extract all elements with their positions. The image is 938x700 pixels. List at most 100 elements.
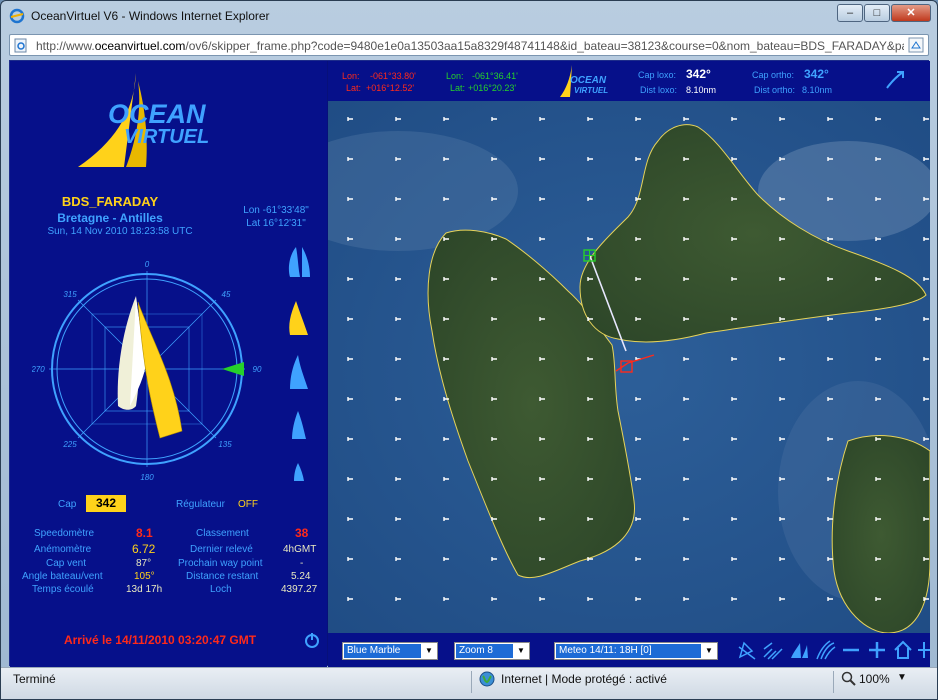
ranking-label: Classement xyxy=(196,528,249,539)
logo-virtuel-text: VIRTUEL xyxy=(124,126,209,148)
target-lon-label: Lon: xyxy=(446,71,464,81)
url-host: oceanvirtuel.com xyxy=(94,39,186,53)
chevron-down-icon: ▼ xyxy=(513,643,529,659)
maximize-button[interactable]: □ xyxy=(864,4,890,22)
ranking-value: 38 xyxy=(295,526,309,540)
speedometer-label: Speedomètre xyxy=(34,528,95,539)
zoom-level[interactable]: 100% xyxy=(859,672,890,686)
skipper-panel: OCEAN VIRTUEL BDS_FARADAY Bretagne - Ant… xyxy=(10,61,327,667)
compass-label-45: 45 xyxy=(222,290,231,299)
boat-map-tool-icon[interactable] xyxy=(736,639,758,661)
fleet-tool-icon[interactable] xyxy=(788,639,810,661)
sail-option-jib[interactable] xyxy=(292,411,306,439)
globe-icon xyxy=(479,671,495,687)
zoom-select[interactable]: Zoom 8 ▼ xyxy=(454,642,530,660)
route-tool-icon[interactable] xyxy=(884,69,906,91)
cap-loxo-label: Cap loxo: xyxy=(638,70,677,80)
target-lon-value: -061°36.41' xyxy=(472,71,518,81)
race-route: Bretagne - Antilles xyxy=(57,211,163,225)
boat-name: BDS_FARADAY xyxy=(61,194,159,209)
window-title: OceanVirtuel V6 - Windows Internet Explo… xyxy=(31,9,270,23)
tracks-tool-icon[interactable] xyxy=(814,639,836,661)
url-path: /ov6/skipper_frame.php?code=9480e1e0a135… xyxy=(185,39,904,53)
chevron-down-icon: ▼ xyxy=(701,643,717,659)
minus-icon[interactable] xyxy=(840,639,862,661)
map-layer-select[interactable]: Blue Marble ▼ xyxy=(342,642,438,660)
boat-lon: Lon -61°33'48" xyxy=(243,205,309,216)
sail-option-spi[interactable] xyxy=(288,247,310,277)
center-icon[interactable] xyxy=(918,639,930,661)
minimize-button[interactable]: – xyxy=(837,4,863,22)
cap-ortho-value: 342° xyxy=(804,67,829,81)
map-layer-value: Blue Marble xyxy=(344,644,421,658)
regulator-label: Régulateur xyxy=(176,499,225,510)
status-divider xyxy=(471,671,472,693)
log-value: 4397.27 xyxy=(281,584,318,595)
wind-tool-icon[interactable] xyxy=(762,639,784,661)
map-toolbar: Blue Marble ▼ Zoom 8 ▼ Meteo 14/11: 18H … xyxy=(328,633,930,667)
sail-option-storm[interactable] xyxy=(294,463,304,481)
dist-loxo-label: Dist loxo: xyxy=(640,85,678,95)
page-icon xyxy=(14,38,27,53)
elapsed-time-label: Temps écoulé xyxy=(32,584,94,595)
browser-window: OceanVirtuel V6 - Windows Internet Explo… xyxy=(0,0,938,700)
status-text: Terminé xyxy=(13,672,56,686)
wind-heading-label: Cap vent xyxy=(46,558,87,569)
boat-wind-angle-label: Angle bateau/vent xyxy=(22,571,103,582)
boat-wind-angle-value: 105° xyxy=(134,571,155,582)
dist-loxo-value: 8.10nm xyxy=(686,85,717,95)
compass-label-270: 270 xyxy=(32,365,45,374)
ie-icon xyxy=(9,8,25,24)
target-lat-value: +016°20.23' xyxy=(468,83,517,93)
home-icon[interactable] xyxy=(892,639,914,661)
compass-label-315: 315 xyxy=(63,290,77,299)
logo-ocean-text: OCEAN xyxy=(108,99,206,129)
cursor-lat-value: +016°12.52' xyxy=(366,83,415,93)
boat-lat: Lat 16°12'31" xyxy=(246,218,306,229)
wind-heading-value: 87° xyxy=(136,558,152,569)
meteo-select[interactable]: Meteo 14/11: 18H [0] ▼ xyxy=(554,642,718,660)
anemometer-label: Anémomètre xyxy=(34,544,92,555)
chevron-down-icon[interactable]: ▼ xyxy=(897,672,907,683)
cap-loxo-value: 342° xyxy=(686,67,711,81)
zoom-in-icon[interactable] xyxy=(866,639,888,661)
power-icon[interactable] xyxy=(303,631,321,649)
speedometer-value: 8.1 xyxy=(136,526,153,540)
map-canvas[interactable] xyxy=(328,101,930,633)
compass-dial: 0 45 90 135 180 225 270 315 xyxy=(32,260,262,482)
arrival-message: Arrivé le 14/11/2010 03:20:47 GMT xyxy=(63,633,257,647)
address-bar[interactable]: http://www.oceanvirtuel.com/ov6/skipper_… xyxy=(9,34,929,56)
anemometer-value: 6.72 xyxy=(132,542,156,556)
small-logo-ocean-text: OCEAN xyxy=(570,75,607,86)
compass-label-135: 135 xyxy=(218,440,232,449)
last-report-value: 4hGMT xyxy=(283,544,317,555)
sail-selector[interactable] xyxy=(282,243,318,483)
island-marie-galante xyxy=(831,435,930,633)
close-button[interactable]: ✕ xyxy=(891,4,931,22)
dist-ortho-label: Dist ortho: xyxy=(754,85,796,95)
current-datetime: Sun, 14 Nov 2010 18:23:58 UTC xyxy=(47,226,193,237)
remaining-distance-value: 5.24 xyxy=(291,571,311,582)
boat-position: Lon -61°33'48" Lat 16°12'31" xyxy=(236,204,316,230)
log-label: Loch xyxy=(210,584,232,595)
regulator-toggle[interactable]: OFF xyxy=(238,499,258,510)
security-zone-text: Internet | Mode protégé : activé xyxy=(501,672,667,686)
game-frame: OCEAN VIRTUEL BDS_FARADAY Bretagne - Ant… xyxy=(9,60,930,667)
url-prefix: http://www. xyxy=(36,39,95,53)
compass-label-90: 90 xyxy=(253,365,262,374)
sail-option-genoa[interactable] xyxy=(290,355,308,389)
zoom-icon[interactable] xyxy=(841,671,857,687)
compatibility-view-icon[interactable] xyxy=(908,37,924,53)
cap-input[interactable]: 342 xyxy=(86,495,126,512)
url-text[interactable]: http://www.oceanvirtuel.com/ov6/skipper_… xyxy=(36,39,904,53)
chevron-down-icon: ▼ xyxy=(421,643,437,659)
compass-label-0: 0 xyxy=(145,260,150,269)
zoom-value: Zoom 8 xyxy=(456,644,513,658)
satellite-map[interactable] xyxy=(328,101,930,633)
ocean-virtuel-logo: OCEAN VIRTUEL xyxy=(78,73,209,167)
meteo-value: Meteo 14/11: 18H [0] xyxy=(556,644,701,658)
sail-option-genaker[interactable] xyxy=(289,301,308,335)
target-lat-label: Lat: xyxy=(450,83,466,93)
compass-label-180: 180 xyxy=(140,473,154,482)
compass-label-225: 225 xyxy=(62,440,77,449)
